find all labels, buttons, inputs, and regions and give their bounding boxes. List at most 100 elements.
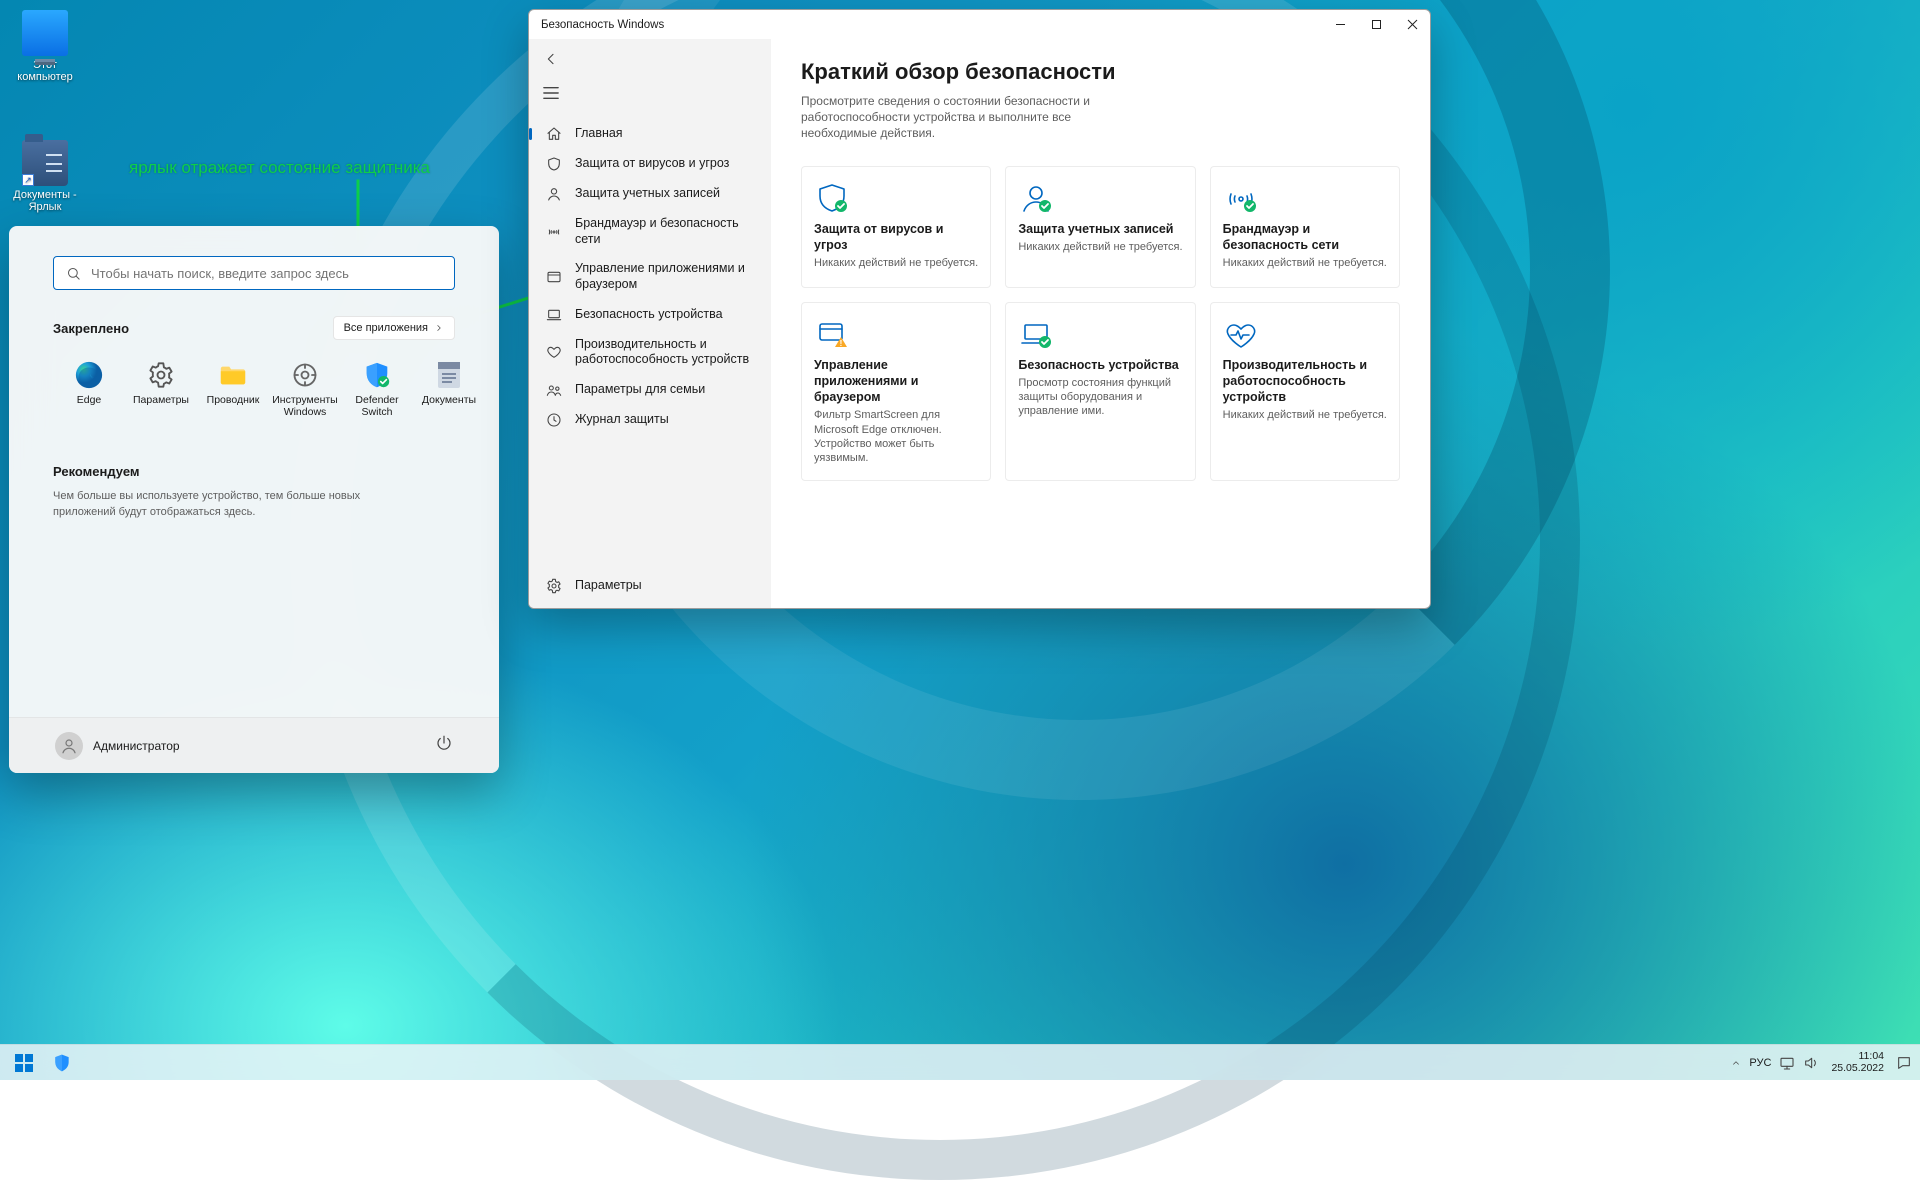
nav-label: Журнал защиты <box>575 412 669 428</box>
nav-item-virus[interactable]: Защита от вирусов и угроз <box>529 149 771 179</box>
volume-icon[interactable] <box>1803 1055 1819 1071</box>
nav-label: Производительность и работоспособность у… <box>575 337 755 368</box>
card-performance[interactable]: Производительность и работоспособность у… <box>1210 302 1400 481</box>
pinned-label: Edge <box>77 394 102 406</box>
nav-item-settings[interactable]: Параметры <box>529 571 771 608</box>
card-sub: Никаких действий не требуется. <box>1223 408 1387 422</box>
tools-icon <box>290 360 320 390</box>
arrow-left-icon <box>543 51 559 67</box>
nav-item-device[interactable]: Безопасность устройства <box>529 300 771 330</box>
card-sub: Никаких действий не требуется. <box>814 256 978 270</box>
pinned-app-explorer[interactable]: Проводник <box>197 354 269 424</box>
card-appbrowser[interactable]: ! Управление приложениями и браузером Фи… <box>801 302 991 481</box>
pinned-label: Документы <box>422 394 476 406</box>
hamburger-icon <box>543 86 559 100</box>
pinned-app-documents[interactable]: Документы <box>413 354 485 424</box>
app-window-icon <box>545 269 563 285</box>
nav-label: Параметры <box>575 578 642 594</box>
person-icon <box>545 186 563 202</box>
window-titlebar[interactable]: Безопасность Windows <box>529 10 1430 39</box>
window-close-button[interactable] <box>1394 10 1430 39</box>
nav-item-home[interactable]: Главная <box>529 119 771 149</box>
window-title: Безопасность Windows <box>541 19 664 31</box>
search-icon <box>66 266 81 281</box>
antenna-icon <box>545 224 563 240</box>
desktop-icon-documents-shortcut[interactable]: ↗ Документы - Ярлык <box>6 140 84 213</box>
security-content: Краткий обзор безопасности Просмотрите с… <box>771 39 1430 608</box>
card-sub: Просмотр состояния функций защиты оборуд… <box>1018 376 1182 419</box>
taskbar: РУС 11:04 25.05.2022 <box>0 1044 1920 1080</box>
card-title: Безопасность устройства <box>1018 357 1182 373</box>
shield-icon <box>545 156 563 172</box>
desktop-icon-label: Документы - Ярлык <box>6 189 84 213</box>
nav-hamburger-button[interactable] <box>529 78 771 119</box>
history-icon <box>545 412 563 428</box>
nav-label: Защита от вирусов и угроз <box>575 156 729 172</box>
card-sub: Фильтр SmartScreen для Microsoft Edge от… <box>814 408 978 465</box>
taskbar-date: 25.05.2022 <box>1831 1063 1884 1075</box>
card-device[interactable]: Безопасность устройства Просмотр состоян… <box>1005 302 1195 481</box>
card-account[interactable]: Защита учетных записей Никаких действий … <box>1005 166 1195 288</box>
nav-item-appbrowser[interactable]: Управление приложениями и браузером <box>529 254 771 299</box>
nav-item-history[interactable]: Журнал защиты <box>529 405 771 435</box>
nav-label: Управление приложениями и браузером <box>575 261 755 292</box>
nav-item-account[interactable]: Защита учетных записей <box>529 179 771 209</box>
card-title: Управление приложениями и браузером <box>814 357 978 406</box>
user-avatar-icon <box>55 732 83 760</box>
chevron-up-icon[interactable] <box>1731 1058 1741 1068</box>
nav-item-firewall[interactable]: Брандмауэр и безопасность сети <box>529 209 771 254</box>
pinned-app-defender-switch[interactable]: Defender Switch <box>341 354 413 424</box>
nav-label: Главная <box>575 126 623 142</box>
pinned-label: Проводник <box>207 394 260 406</box>
nav-label: Безопасность устройства <box>575 307 723 323</box>
card-virus[interactable]: Защита от вирусов и угроз Никаких действ… <box>801 166 991 288</box>
window-maximize-button[interactable] <box>1358 10 1394 39</box>
start-search[interactable] <box>53 256 455 290</box>
window-minimize-button[interactable] <box>1322 10 1358 39</box>
start-user-button[interactable]: Администратор <box>55 732 180 760</box>
network-icon[interactable] <box>1779 1055 1795 1071</box>
all-apps-button[interactable]: Все приложения <box>333 316 455 340</box>
recommended-text: Чем больше вы используете устройство, те… <box>53 489 413 520</box>
heart-pulse-icon <box>545 344 563 360</box>
folder-icon: ↗ <box>22 140 68 186</box>
folder-icon <box>218 360 248 390</box>
windows-security-window: Безопасность Windows Главная Защита от в… <box>528 9 1431 609</box>
taskbar-start-button[interactable] <box>8 1048 40 1078</box>
pinned-label: Инструменты Windows <box>269 394 341 418</box>
all-apps-label: Все приложения <box>344 322 428 334</box>
card-firewall[interactable]: Брандмауэр и безопасность сети Никаких д… <box>1210 166 1400 288</box>
pinned-grid: Edge Параметры Проводник Инструменты Win… <box>53 354 455 424</box>
pinned-app-edge[interactable]: Edge <box>53 354 125 424</box>
monitor-icon <box>22 10 68 56</box>
power-icon <box>435 734 453 752</box>
nav-item-performance[interactable]: Производительность и работоспособность у… <box>529 330 771 375</box>
page-subtitle: Просмотрите сведения о состоянии безопас… <box>801 93 1121 142</box>
edge-icon <box>74 360 104 390</box>
pinned-app-settings[interactable]: Параметры <box>125 354 197 424</box>
taskbar-time: 11:04 <box>1831 1051 1884 1063</box>
taskbar-language[interactable]: РУС <box>1749 1057 1771 1069</box>
pinned-title: Закреплено <box>53 321 129 336</box>
heart-pulse-icon <box>1223 317 1387 351</box>
notifications-icon[interactable] <box>1896 1055 1912 1071</box>
nav-item-family[interactable]: Параметры для семьи <box>529 375 771 405</box>
pinned-app-windows-tools[interactable]: Инструменты Windows <box>269 354 341 424</box>
taskbar-app-windows-security[interactable] <box>46 1048 78 1078</box>
antenna-check-icon <box>1223 181 1387 215</box>
page-title: Краткий обзор безопасности <box>801 59 1400 85</box>
shield-icon <box>52 1053 72 1073</box>
annotation-label: ярлык отражает состояние защитника <box>129 158 430 178</box>
desktop-icon-this-pc[interactable]: Этот компьютер <box>6 10 84 83</box>
nav-label: Брандмауэр и безопасность сети <box>575 216 755 247</box>
nav-back-button[interactable] <box>529 45 771 78</box>
shield-check-icon <box>362 360 392 390</box>
start-search-input[interactable] <box>91 266 442 281</box>
desktop-icon-label: Этот компьютер <box>6 59 84 83</box>
nav-label: Параметры для семьи <box>575 382 705 398</box>
power-button[interactable] <box>435 734 453 757</box>
card-title: Брандмауэр и безопасность сети <box>1223 221 1387 254</box>
home-icon <box>545 126 563 142</box>
taskbar-clock[interactable]: 11:04 25.05.2022 <box>1831 1051 1884 1074</box>
start-menu: Закреплено Все приложения Edge Параметры <box>9 226 499 773</box>
